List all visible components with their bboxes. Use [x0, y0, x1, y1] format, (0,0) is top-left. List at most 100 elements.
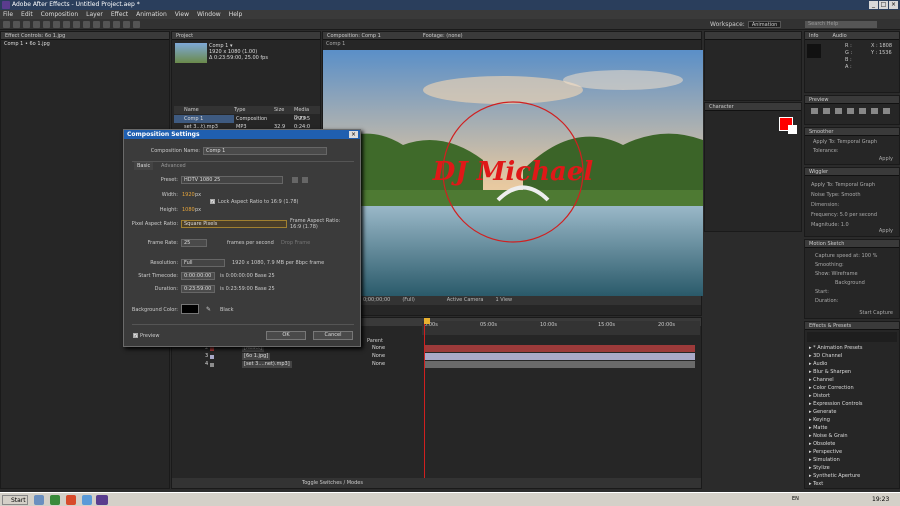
mask-tool-icon[interactable] — [63, 21, 70, 28]
preview-tab[interactable]: Preview — [805, 96, 899, 104]
brush-tool-icon[interactable] — [93, 21, 100, 28]
par-select[interactable]: Square Pixels — [181, 220, 287, 228]
effects-category-item[interactable]: ▸ Channel — [805, 376, 899, 384]
effects-category-item[interactable]: ▸ 3D Channel — [805, 352, 899, 360]
play-icon[interactable] — [823, 108, 830, 114]
maximize-button[interactable]: □ — [879, 1, 888, 9]
effects-category-item[interactable]: ▸ Simulation — [805, 456, 899, 464]
composition-preview[interactable]: DJ Michael — [323, 50, 703, 296]
lock-aspect-checkbox[interactable]: ✓ — [210, 199, 215, 204]
delete-preset-icon[interactable] — [302, 177, 308, 183]
motion-sketch-tab[interactable]: Motion Sketch — [805, 240, 899, 248]
effects-category-item[interactable]: ▸ Stylize — [805, 464, 899, 472]
frame-rate-input[interactable]: 25 — [181, 239, 207, 247]
effects-category-item[interactable]: ▸ Obsolete — [805, 440, 899, 448]
effects-category-item[interactable]: ▸ Distort — [805, 392, 899, 400]
wireframe-checkbox[interactable]: Wireframe — [832, 271, 858, 277]
layer-parent[interactable]: None — [372, 361, 385, 368]
roto-brush-tool-icon[interactable] — [123, 21, 130, 28]
viewer-zoom[interactable]: (Full) — [402, 296, 414, 305]
effects-category-item[interactable]: ▸ Text — [805, 480, 899, 488]
menu-file[interactable]: File — [3, 10, 13, 19]
wiggler-noise-select[interactable]: Smooth — [841, 192, 860, 198]
info-tab[interactable]: Info — [809, 32, 818, 39]
viewer-timecode[interactable]: 0;00;00;00 — [363, 296, 390, 305]
viewer-camera[interactable]: Active Camera — [447, 296, 484, 305]
menu-composition[interactable]: Composition — [41, 10, 78, 19]
menu-layer[interactable]: Layer — [86, 10, 103, 19]
character-tab[interactable]: Character — [705, 103, 801, 111]
layer-parent[interactable]: None — [372, 345, 385, 352]
clone-tool-icon[interactable] — [103, 21, 110, 28]
playhead[interactable] — [424, 318, 425, 488]
layer-label-color[interactable] — [210, 347, 214, 351]
loop-icon[interactable] — [871, 108, 878, 114]
save-preset-icon[interactable] — [292, 177, 298, 183]
resolution-select[interactable]: Full — [181, 259, 225, 267]
align-tab[interactable] — [705, 32, 801, 40]
menu-view[interactable]: View — [175, 10, 189, 19]
pan-behind-tool-icon[interactable] — [53, 21, 60, 28]
layer-parent[interactable]: None — [372, 353, 385, 360]
layer-name[interactable]: [set 3....net).mp3] — [242, 361, 292, 368]
layer-row[interactable]: 3 [6o 1.jpg] None — [172, 353, 416, 360]
camera-tool-icon[interactable] — [43, 21, 50, 28]
layer-duration-bar[interactable] — [425, 361, 695, 368]
close-button[interactable]: × — [889, 1, 898, 9]
viewer-view[interactable]: 1 View — [495, 296, 512, 305]
menu-window[interactable]: Window — [197, 10, 221, 19]
layer-row[interactable]: 4 [set 3....net).mp3] None — [172, 361, 416, 368]
start-capture-button[interactable]: Start Capture — [859, 310, 893, 316]
col-size[interactable]: Size — [274, 106, 294, 114]
wiggler-apply-select[interactable]: Temporal Graph — [835, 182, 875, 188]
col-duration[interactable]: Media Dura — [294, 106, 320, 121]
background-checkbox[interactable]: Background — [815, 279, 877, 288]
wiggler-apply-button[interactable]: Apply — [879, 228, 893, 234]
smoother-tab[interactable]: Smoother — [805, 128, 899, 136]
comp-name-input[interactable]: Comp 1 — [203, 147, 327, 155]
duration-input[interactable]: 0:23:59:00 — [181, 285, 215, 293]
rotate-tool-icon[interactable] — [33, 21, 40, 28]
tab-basic[interactable]: Basic — [134, 162, 154, 170]
layer-label-color[interactable] — [210, 355, 214, 359]
next-frame-icon[interactable] — [835, 108, 842, 114]
media-icon[interactable] — [66, 495, 76, 505]
playhead-handle[interactable] — [424, 318, 430, 324]
after-effects-task-icon[interactable] — [96, 495, 108, 505]
show-desktop-icon[interactable] — [34, 495, 44, 505]
start-button[interactable]: Start — [2, 495, 28, 505]
effects-search-input[interactable] — [807, 332, 897, 342]
ram-preview-icon[interactable] — [883, 108, 890, 114]
tab-advanced[interactable]: Advanced — [158, 162, 189, 170]
smoother-apply-button[interactable]: Apply — [879, 156, 893, 162]
effects-category-item[interactable]: ▸ Color Correction — [805, 384, 899, 392]
language-indicator[interactable]: EN — [792, 496, 799, 502]
minimize-button[interactable]: _ — [869, 1, 878, 9]
eraser-tool-icon[interactable] — [113, 21, 120, 28]
effect-controls-tab[interactable]: Effect Controls: 6o 1.jpg — [1, 32, 169, 40]
effects-category-item[interactable]: ▸ Generate — [805, 408, 899, 416]
audio-icon[interactable] — [859, 108, 866, 114]
drop-frame-select[interactable]: Drop Frame — [281, 240, 310, 246]
effects-category-item[interactable]: ▸ Keying — [805, 416, 899, 424]
effects-category-item[interactable]: ▸ Synthetic Aperture — [805, 472, 899, 480]
first-frame-icon[interactable] — [811, 108, 818, 114]
height-value[interactable]: 1080 — [182, 207, 195, 213]
text-tool-icon[interactable] — [83, 21, 90, 28]
zoom-tool-icon[interactable] — [23, 21, 30, 28]
layer-name[interactable]: [6o 1.jpg] — [242, 353, 271, 360]
ok-button[interactable]: OK — [266, 331, 306, 340]
col-name[interactable]: Name — [174, 106, 234, 114]
stroke-color-swatch[interactable] — [788, 125, 797, 134]
wiggler-tab[interactable]: Wiggler — [805, 168, 899, 176]
layer-label-color[interactable] — [210, 363, 214, 367]
project-row[interactable]: Comp 1 Composition 0:23:5 — [174, 115, 320, 123]
menu-help[interactable]: Help — [229, 10, 243, 19]
time-ruler[interactable]: 0:00s 05:00s 10:00s 15:00s 20:00s — [422, 321, 700, 335]
preset-select[interactable]: HDTV 1080 25 — [181, 176, 283, 184]
browser-icon[interactable] — [50, 495, 60, 505]
menu-edit[interactable]: Edit — [21, 10, 33, 19]
menu-effect[interactable]: Effect — [111, 10, 128, 19]
composition-tab[interactable]: Composition: Comp 1 — [327, 32, 381, 39]
puppet-tool-icon[interactable] — [133, 21, 140, 28]
